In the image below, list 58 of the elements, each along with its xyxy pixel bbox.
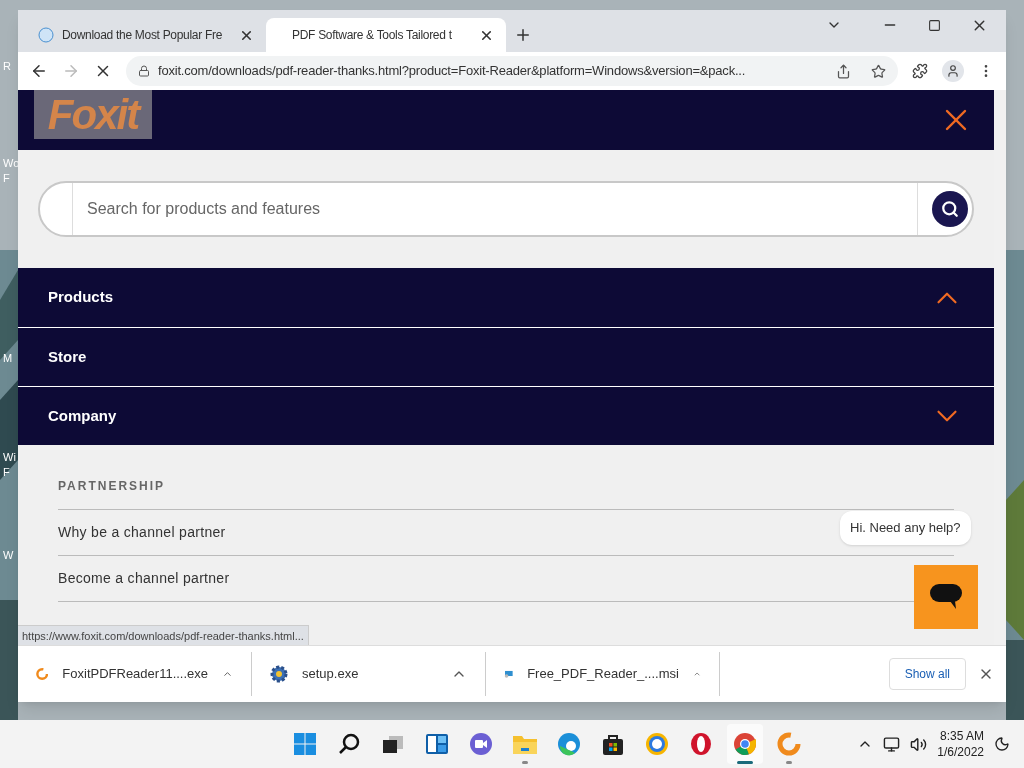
clock-date[interactable]: 1/6/2022 xyxy=(937,744,984,760)
search-field[interactable]: Search for products and features xyxy=(38,181,974,237)
tab-title: PDF Software & Tools Tailored t xyxy=(291,27,453,44)
url-text: foxit.com/downloads/pdf-reader-thanks.html?product=Foxit-Reader&platform=Windows&version=&pack... xyxy=(158,62,747,81)
chat-button[interactable] xyxy=(914,565,978,629)
menu-link[interactable]: Why be a channel partner xyxy=(58,522,226,543)
running-indicator xyxy=(521,761,528,764)
search-button[interactable] xyxy=(932,191,968,227)
desktop-icon-label: M xyxy=(3,352,13,365)
nav-item[interactable]: Store xyxy=(18,327,994,386)
tab-title: Download the Most Popular Fre xyxy=(62,27,224,44)
chrome-icon[interactable] xyxy=(732,732,757,756)
shopping-bag-icon[interactable] xyxy=(600,732,625,756)
profile-button[interactable] xyxy=(942,60,964,82)
download-item[interactable]: Free_PDF_Reader_....msi xyxy=(486,652,720,696)
user-icon xyxy=(946,64,960,78)
desktop-icon-label: W xyxy=(3,549,14,562)
desktop-icon-label: R xyxy=(3,60,11,73)
address-bar[interactable]: foxit.com/downloads/pdf-reader-thanks.html?product=Foxit-Reader&platform=Windows&version=&pack... xyxy=(126,56,898,86)
swirl-icon xyxy=(36,665,49,683)
chat-bubble: Hi. Need any help? xyxy=(840,511,971,545)
speech-bubble-icon xyxy=(930,584,962,610)
browser-tab[interactable]: PDF Software & Tools Tailored t xyxy=(266,18,506,52)
share-icon[interactable] xyxy=(836,63,851,79)
back-icon[interactable] xyxy=(30,62,48,80)
shield-browser-icon[interactable] xyxy=(644,732,669,756)
nav-item[interactable]: Company xyxy=(18,386,994,445)
star-icon[interactable] xyxy=(871,63,886,79)
puzzle-icon[interactable] xyxy=(912,63,928,79)
lock-icon xyxy=(138,65,150,77)
menu-link[interactable]: Become a channel partner xyxy=(58,568,230,589)
desktop-icon-label: F xyxy=(3,466,10,479)
moon-icon[interactable] xyxy=(994,736,1010,752)
scrollbar[interactable] xyxy=(994,90,1006,645)
search-icon xyxy=(941,200,959,218)
download-item[interactable]: setup.exe xyxy=(252,652,486,696)
desktop-icon-label: Wi xyxy=(3,451,16,464)
maximize-icon[interactable] xyxy=(928,18,941,32)
browser-tab[interactable]: Download the Most Popular Fre xyxy=(26,18,266,52)
opera-icon[interactable] xyxy=(688,732,713,756)
globe-icon xyxy=(38,27,54,43)
running-indicator xyxy=(785,761,792,764)
network-icon[interactable] xyxy=(883,735,901,753)
windows-icon[interactable] xyxy=(292,732,317,756)
new-tab-icon[interactable] xyxy=(514,26,532,44)
gear-icon xyxy=(270,665,288,683)
volume-icon[interactable] xyxy=(910,735,928,753)
desktop-icon-label: F xyxy=(3,172,10,185)
section-heading: PARTNERSHIP xyxy=(58,477,954,510)
widgets-icon[interactable] xyxy=(424,732,449,756)
status-url: https://www.foxit.com/downloads/pdf-reader-thanks.html... xyxy=(18,625,309,645)
clock-time[interactable]: 8:35 AM xyxy=(939,728,984,744)
video-chat-icon[interactable] xyxy=(468,732,493,756)
running-indicator xyxy=(736,761,753,764)
show-all-button[interactable]: Show all xyxy=(888,658,966,690)
download-item[interactable]: FoxitPDFReader11....exe xyxy=(18,652,252,696)
nav-item[interactable]: Products xyxy=(18,268,994,327)
edge-icon[interactable] xyxy=(556,732,581,756)
